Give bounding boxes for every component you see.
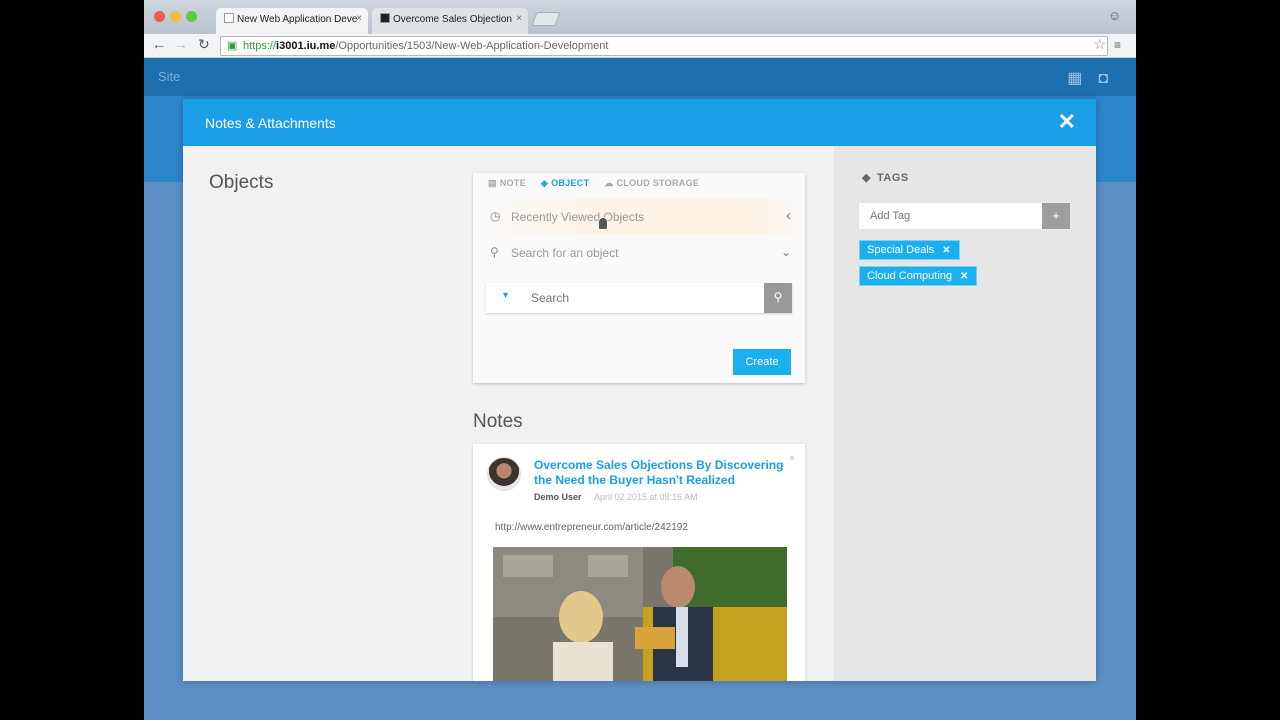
minimize-window-button[interactable] — [170, 11, 181, 22]
tab-close-icon[interactable]: × — [516, 13, 522, 24]
address-bar[interactable]: ▣ https://i3001.iu.me/Opportunities/1503… — [220, 36, 1108, 56]
app-logo: Site — [158, 69, 181, 84]
close-window-button[interactable] — [154, 11, 165, 22]
object-search-bar: ▾ ⚲ — [486, 283, 792, 313]
note-url[interactable]: http://www.entrepreneur.com/article/2421… — [495, 522, 688, 533]
tab-object-label: OBJECT — [551, 178, 590, 188]
page-favicon-icon — [224, 13, 234, 23]
profile-icon[interactable]: ☺ — [1108, 8, 1126, 26]
browser-menu-icon[interactable]: ≡ — [1114, 38, 1126, 52]
tab-note[interactable]: ▤ NOTE — [488, 178, 526, 189]
tab-close-icon[interactable]: × — [356, 13, 362, 24]
tab-title: New Web Application Deve — [237, 14, 358, 25]
tag-label: Special Deals — [867, 244, 935, 256]
search-icon: ⚲ — [490, 245, 499, 259]
note-article-image — [493, 547, 787, 681]
reload-icon[interactable]: ↻ — [198, 36, 210, 53]
notes-attachments-modal: Notes & Attachments ✕ Objects ▤ NOTE ◈ OBJ… — [183, 99, 1096, 681]
browser-toolbar: ← → ↻ ▣ https://i3001.iu.me/Opportunitie… — [144, 34, 1136, 58]
object-search-input[interactable] — [531, 291, 751, 305]
new-tab-button[interactable] — [531, 12, 561, 26]
tag-label: Cloud Computing — [867, 270, 952, 282]
app-header: Site ▦◘ — [144, 58, 1136, 96]
objects-heading: Objects — [209, 172, 274, 193]
apps-grid-icon: ▦◘ — [1067, 70, 1124, 87]
close-icon[interactable]: ✕ — [1058, 109, 1076, 135]
tags-label: TAGS — [876, 172, 909, 184]
remove-tag-icon[interactable]: ✕ — [942, 245, 950, 256]
tab-title: Overcome Sales Objection — [393, 14, 512, 25]
browser-tab-active[interactable]: New Web Application Deve × — [216, 8, 368, 34]
tab-note-label: NOTE — [499, 178, 527, 188]
browser-tab-bar: New Web Application Deve × Overcome Sale… — [144, 0, 1136, 34]
search-object-label: Search for an object — [511, 246, 619, 260]
zoom-window-button[interactable] — [186, 11, 197, 22]
recently-viewed-label: Recently Viewed Objects — [511, 210, 645, 224]
forward-arrow-icon[interactable]: → — [174, 36, 188, 52]
tab-cloud-storage-label: CLOUD STORAGE — [616, 178, 700, 188]
note-author: Demo User — [534, 492, 582, 502]
tag-icon: ◆ — [862, 172, 871, 184]
tags-heading: ◆ TAGS — [862, 171, 909, 184]
back-arrow-icon[interactable]: ← — [152, 36, 166, 52]
add-tag-input[interactable] — [859, 203, 1042, 229]
create-button[interactable]: Create — [733, 349, 791, 375]
bookmark-star-icon[interactable]: ☆ — [1093, 36, 1106, 53]
object-panel: ▤ NOTE ◈ OBJECT ☁ CLOUD STORAGE ◷ Recently … — [473, 173, 805, 383]
note-card: Overcome Sales Objections By Discovering… — [473, 444, 805, 681]
chevron-down-icon[interactable]: ▾ — [503, 290, 508, 301]
recently-viewed-objects-row[interactable]: ◷ Recently Viewed Objects ‹ — [473, 199, 805, 235]
note-title[interactable]: Overcome Sales Objections By Discovering… — [534, 458, 794, 488]
tab-object[interactable]: ◈ OBJECT — [541, 178, 590, 189]
object-panel-tabs: ▤ NOTE ◈ OBJECT ☁ CLOUD STORAGE — [473, 173, 805, 195]
chevron-left-icon[interactable]: ‹ — [786, 207, 791, 224]
url-path: /Opportunities/1503/New-Web-Application-… — [335, 40, 609, 52]
avatar — [487, 457, 521, 491]
notes-heading: Notes — [473, 411, 523, 432]
tab-cloud-storage[interactable]: ☁ CLOUD STORAGE — [604, 178, 699, 189]
history-icon: ◷ — [490, 209, 501, 223]
search-button[interactable]: ⚲ — [764, 283, 792, 313]
mouse-cursor-icon — [598, 217, 608, 230]
cloud-icon: ☁ — [604, 178, 614, 188]
remove-tag-icon[interactable]: ✕ — [960, 271, 968, 282]
note-date: April 02 2015 at 08:16 AM — [594, 492, 698, 502]
cube-icon: ◈ — [540, 178, 549, 188]
url-scheme: https:// — [243, 40, 277, 52]
search-object-row[interactable]: ⚲ Search for an object ⌄ — [473, 235, 805, 271]
tags-column: ◆ TAGS + Special Deals ✕ Cloud Computing ✕ — [834, 146, 1096, 681]
lock-icon: ▣ — [227, 40, 238, 52]
entrepreneur-favicon-icon — [380, 13, 390, 23]
browser-tab[interactable]: Overcome Sales Objection × — [372, 8, 528, 34]
chevron-down-icon[interactable]: ⌄ — [781, 245, 791, 259]
modal-title: Notes & Attachments — [205, 115, 336, 131]
tag-chip[interactable]: Special Deals ✕ — [859, 240, 960, 260]
search-icon: ⚲ — [773, 290, 783, 304]
modal-main-column: Objects ▤ NOTE ◈ OBJECT ☁ CLOUD STORAGE ◷ R… — [183, 146, 834, 681]
add-tag-button[interactable]: + — [1042, 203, 1070, 229]
screen: New Web Application Deve × Overcome Sale… — [144, 0, 1136, 720]
note-icon: ▤ — [488, 178, 497, 188]
url-host: i3001.iu.me — [276, 40, 336, 52]
modal-header: Notes & Attachments ✕ — [183, 99, 1096, 146]
close-icon[interactable]: × — [789, 453, 795, 464]
tag-chip[interactable]: Cloud Computing ✕ — [859, 266, 978, 286]
